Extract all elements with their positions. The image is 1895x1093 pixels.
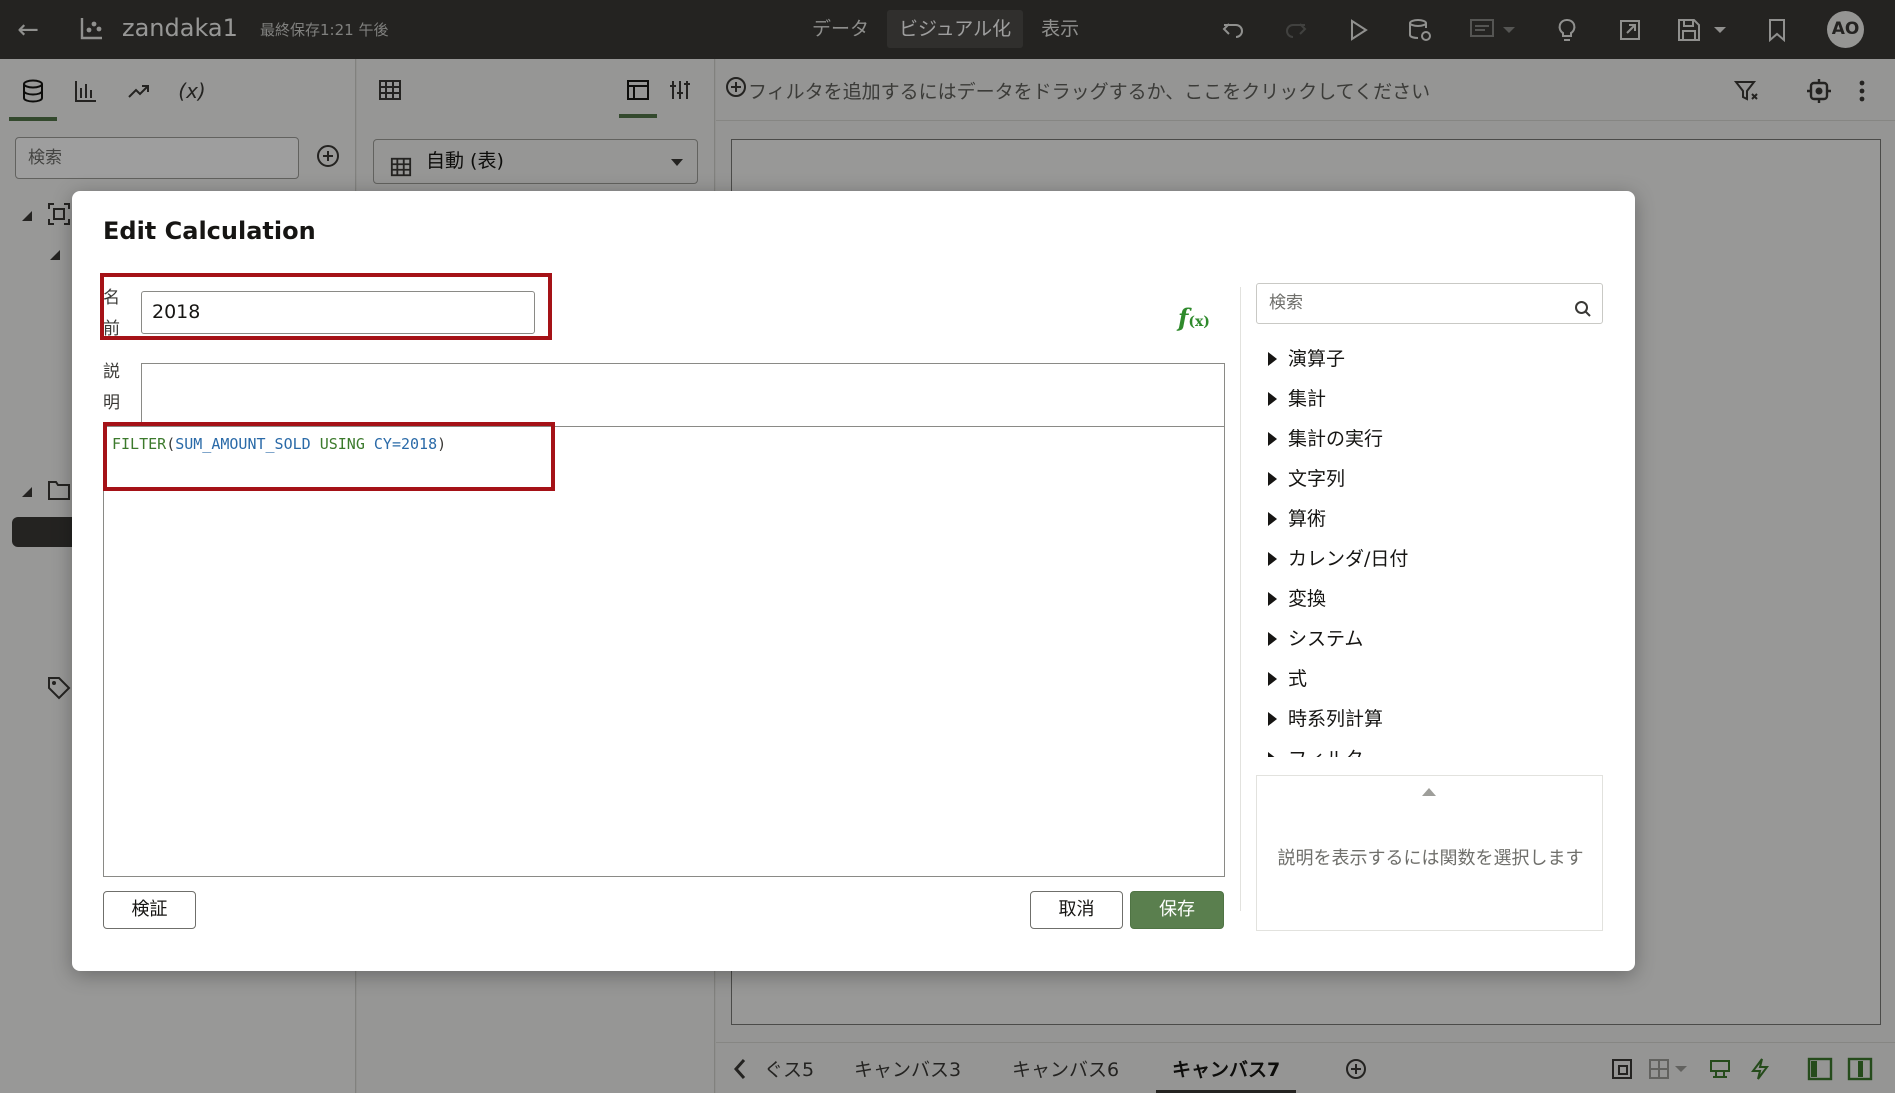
expression-column: SUM_AMOUNT_SOLD	[175, 435, 311, 453]
expression-condition: CY=2018	[373, 435, 438, 453]
fx-sub-label: (x)	[1188, 314, 1210, 330]
edit-calculation-dialog: Edit Calculation 名前 2018 f(x) 説明 FILTER(…	[72, 191, 1635, 971]
cancel-button[interactable]: 取消	[1030, 891, 1123, 929]
calculation-name-input[interactable]: 2018	[141, 291, 535, 334]
function-search-input[interactable]: 検索	[1256, 283, 1603, 324]
panel-divider	[1240, 287, 1241, 911]
save-button[interactable]: 保存	[1130, 891, 1224, 929]
function-category-item[interactable]: 式	[1256, 659, 1603, 699]
function-category-item[interactable]: 算術	[1256, 499, 1603, 539]
function-category-item[interactable]: 時系列計算	[1256, 699, 1603, 739]
function-search-placeholder: 検索	[1269, 293, 1303, 313]
function-description-panel: 説明を表示するには関数を選択します	[1256, 775, 1603, 931]
function-category-item[interactable]: 文字列	[1256, 459, 1603, 499]
function-category-list: 演算子 集計 集計の実行 文字列 算術 カレンダ/日付 変換 システム 式 時系…	[1256, 339, 1603, 757]
collapse-up-icon[interactable]	[1422, 788, 1436, 796]
expression-keyword: USING	[310, 435, 374, 453]
function-fx-icon[interactable]: f(x)	[1178, 303, 1222, 337]
function-category-item[interactable]: 演算子	[1256, 339, 1603, 379]
expression-function: FILTER	[112, 435, 167, 453]
description-label: 説明	[103, 362, 120, 413]
function-category-item[interactable]: カレンダ/日付	[1256, 539, 1603, 579]
function-category-item[interactable]: 集計の実行	[1256, 419, 1603, 459]
function-category-item[interactable]: 変換	[1256, 579, 1603, 619]
validate-button[interactable]: 検証	[103, 891, 196, 929]
description-input[interactable]	[141, 363, 1225, 426]
function-category-item[interactable]: 集計	[1256, 379, 1603, 419]
name-label: 名前	[103, 288, 120, 339]
search-icon	[1574, 294, 1592, 333]
dialog-title: Edit Calculation	[103, 217, 316, 245]
fx-label: f	[1178, 303, 1189, 332]
function-category-item[interactable]: システム	[1256, 619, 1603, 659]
function-category-item[interactable]: フィルタ	[1256, 739, 1603, 757]
expression-open-paren: (	[166, 435, 176, 453]
function-description-hint: 説明を表示するには関数を選択します	[1277, 848, 1584, 869]
expression-editor[interactable]: FILTER(SUM_AMOUNT_SOLD USING CY=2018)	[103, 426, 1225, 877]
expression-close-paren: )	[437, 435, 447, 453]
expression-text: FILTER(SUM_AMOUNT_SOLD USING CY=2018)	[112, 435, 446, 453]
